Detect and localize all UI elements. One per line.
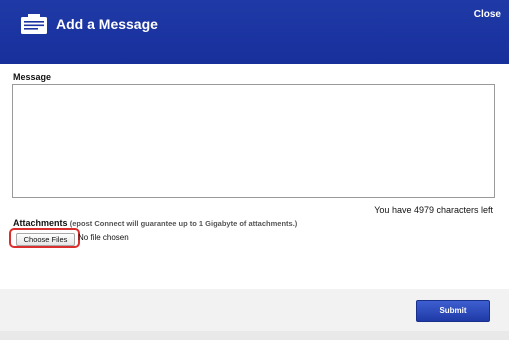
- close-button[interactable]: Close: [474, 9, 501, 20]
- characters-left-text: You have 4979 characters left: [374, 205, 493, 215]
- dialog-header: Add a Message Close: [0, 0, 509, 64]
- dialog-footer: Submit: [0, 289, 509, 331]
- dialog-title: Add a Message: [56, 16, 158, 32]
- choose-files-highlight: Choose Files: [9, 228, 80, 248]
- message-icon: [21, 14, 47, 34]
- attachments-note: (epost Connect will guarantee up to 1 Gi…: [69, 219, 298, 228]
- choose-files-button[interactable]: Choose Files: [16, 233, 75, 246]
- message-label: Message: [13, 72, 52, 82]
- attachments-label: Attachments: [13, 218, 68, 228]
- file-status-text: No file chosen: [78, 233, 129, 242]
- submit-button[interactable]: Submit: [416, 300, 490, 322]
- message-textarea[interactable]: [12, 84, 495, 198]
- attachments-label-row: Attachments (epost Connect will guarante…: [13, 218, 297, 228]
- message-form: Message You have 4979 characters left At…: [0, 64, 509, 289]
- footer-bottom-strip: [0, 331, 509, 340]
